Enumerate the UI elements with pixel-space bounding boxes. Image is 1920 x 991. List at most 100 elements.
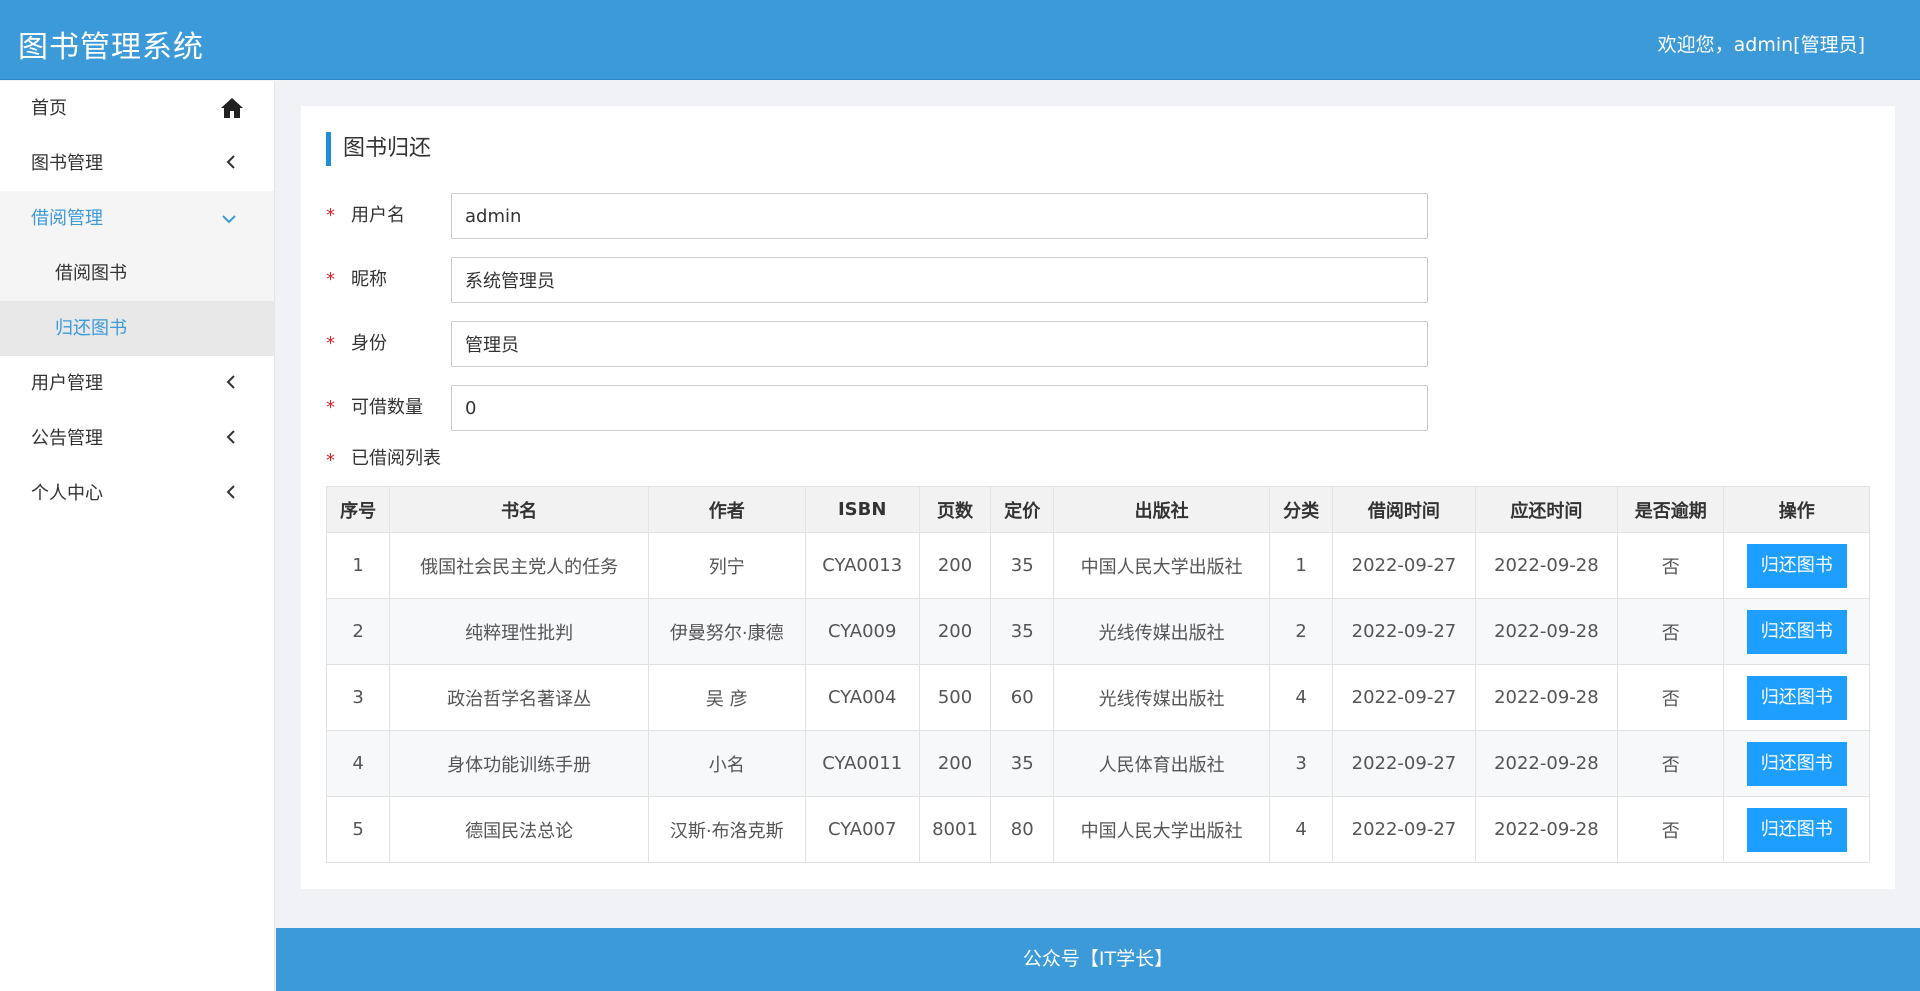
return-book-button[interactable]: 归还图书 [1746, 543, 1847, 588]
cell-isbn: CYA004 [804, 664, 920, 731]
return-book-button[interactable]: 归还图书 [1746, 741, 1847, 786]
cell-overdue: 否 [1617, 664, 1725, 731]
page-title: 图书归还 [326, 132, 431, 166]
cell-author: 小名 [648, 730, 806, 797]
table-row: 2 纯粹理性批判 伊曼努尔·康德 CYA009 200 35 光线传媒出版社 2… [325, 598, 1870, 665]
column-header: 作者 [648, 486, 806, 533]
borrowed-books-table: 序号 书名 作者 ISBN 页数 定价 出版社 分类 借阅时间 应还时间 是否逾… [325, 486, 1870, 863]
nickname-field[interactable] [451, 257, 1428, 303]
quota-field[interactable] [451, 385, 1428, 431]
cell-overdue: 否 [1617, 598, 1725, 665]
return-book-button[interactable]: 归还图书 [1746, 609, 1847, 654]
table-row: 5 德国民法总论 汉斯·布洛克斯 CYA007 8001 80 中国人民大学出版… [325, 796, 1870, 863]
cell-due-date: 2022-09-28 [1474, 598, 1619, 665]
cell-action: 归还图书 [1723, 598, 1870, 665]
cell-overdue: 否 [1617, 796, 1725, 863]
column-header: 是否逾期 [1617, 486, 1725, 533]
cell-action: 归还图书 [1723, 532, 1870, 599]
cell-publisher: 光线传媒出版社 [1053, 598, 1270, 665]
required-mark: * [326, 269, 335, 290]
sidebar-item-notice-management[interactable]: 公告管理 [0, 411, 274, 466]
cell-due-date: 2022-09-28 [1474, 664, 1619, 731]
top-header: 图书管理系统 欢迎您，admin[管理员] [0, 0, 1920, 80]
chevron-left-icon [226, 356, 236, 411]
cell-borrow-date: 2022-09-27 [1332, 598, 1476, 665]
app-title: 图书管理系统 [18, 30, 204, 65]
sidebar-item-label: 用户管理 [31, 373, 103, 394]
cell-no: 2 [325, 598, 391, 665]
cell-author: 汉斯·布洛克斯 [648, 796, 806, 863]
cell-due-date: 2022-09-28 [1474, 796, 1619, 863]
required-mark: * [326, 205, 335, 226]
sidebar-subitem-borrow-book[interactable]: 借阅图书 [0, 246, 274, 301]
cell-category: 2 [1268, 598, 1334, 665]
cell-title: 纯粹理性批判 [389, 598, 650, 665]
sidebar-item-home[interactable]: 首页 [0, 81, 274, 136]
required-mark: * [326, 333, 335, 354]
chevron-left-icon [226, 466, 236, 521]
cell-borrow-date: 2022-09-27 [1332, 532, 1476, 599]
table-row: 1 俄国社会民主党人的任务 列宁 CYA0013 200 35 中国人民大学出版… [325, 532, 1870, 599]
sidebar-item-personal-center[interactable]: 个人中心 [0, 466, 274, 521]
cell-isbn: CYA0011 [804, 730, 920, 797]
cell-action: 归还图书 [1723, 664, 1870, 731]
column-header: 应还时间 [1474, 486, 1619, 533]
cell-price: 35 [990, 598, 1055, 665]
sidebar-item-book-management[interactable]: 图书管理 [0, 136, 274, 191]
cell-publisher: 人民体育出版社 [1053, 730, 1270, 797]
chevron-down-icon [222, 191, 236, 246]
column-header: 借阅时间 [1332, 486, 1476, 533]
username-row: * 用户名 [326, 193, 1461, 239]
sidebar-item-label: 公告管理 [31, 428, 103, 449]
role-field[interactable] [451, 321, 1428, 367]
cell-borrow-date: 2022-09-27 [1332, 664, 1476, 731]
column-header: 页数 [918, 486, 992, 533]
sidebar-item-user-management[interactable]: 用户管理 [0, 356, 274, 411]
main-content: 图书归还 * 用户名 * 昵称 * 身份 * 可借数量 * 已借阅列表 [276, 81, 1920, 926]
cell-no: 1 [325, 532, 391, 599]
cell-borrow-date: 2022-09-27 [1332, 796, 1476, 863]
column-header: 操作 [1723, 486, 1870, 533]
column-header: 定价 [990, 486, 1055, 533]
required-mark: * [326, 397, 335, 418]
cell-title: 身体功能训练手册 [389, 730, 650, 797]
quota-label: 可借数量 [351, 397, 423, 418]
cell-price: 35 [990, 532, 1055, 599]
table-row: 4 身体功能训练手册 小名 CYA0011 200 35 人民体育出版社 3 2… [325, 730, 1870, 797]
username-label: 用户名 [351, 205, 405, 226]
cell-overdue: 否 [1617, 730, 1725, 797]
return-book-card: 图书归还 * 用户名 * 昵称 * 身份 * 可借数量 * 已借阅列表 [301, 106, 1895, 889]
cell-publisher: 中国人民大学出版社 [1053, 532, 1270, 599]
cell-pages: 200 [918, 598, 992, 665]
footer-bar: 公众号【IT学长】 [276, 928, 1920, 991]
chevron-left-icon [226, 411, 236, 466]
cell-category: 4 [1268, 664, 1334, 731]
required-mark: * [326, 450, 335, 471]
sidebar-subitem-return-book[interactable]: 归还图书 [0, 301, 274, 356]
home-icon [221, 98, 243, 118]
cell-author: 伊曼努尔·康德 [648, 598, 806, 665]
sidebar-item-borrow-management[interactable]: 借阅管理 [0, 191, 274, 246]
column-header: 出版社 [1053, 486, 1270, 533]
cell-isbn: CYA007 [804, 796, 920, 863]
cell-category: 3 [1268, 730, 1334, 797]
cell-pages: 8001 [918, 796, 992, 863]
return-book-button[interactable]: 归还图书 [1746, 807, 1847, 852]
sidebar-item-label: 首页 [31, 98, 67, 119]
cell-pages: 200 [918, 532, 992, 599]
welcome-user-text[interactable]: 欢迎您，admin[管理员] [1658, 30, 1865, 57]
sidebar-item-label: 借阅管理 [31, 208, 103, 229]
chevron-left-icon [226, 136, 236, 191]
cell-borrow-date: 2022-09-27 [1332, 730, 1476, 797]
cell-action: 归还图书 [1723, 796, 1870, 863]
cell-pages: 200 [918, 730, 992, 797]
cell-due-date: 2022-09-28 [1474, 532, 1619, 599]
cell-no: 5 [325, 796, 391, 863]
cell-author: 列宁 [648, 532, 806, 599]
quota-row: * 可借数量 [326, 385, 1461, 431]
cell-no: 3 [325, 664, 391, 731]
return-book-button[interactable]: 归还图书 [1746, 675, 1847, 720]
cell-publisher: 光线传媒出版社 [1053, 664, 1270, 731]
username-field[interactable] [451, 193, 1428, 239]
borrowed-list-label: 已借阅列表 [351, 448, 441, 469]
